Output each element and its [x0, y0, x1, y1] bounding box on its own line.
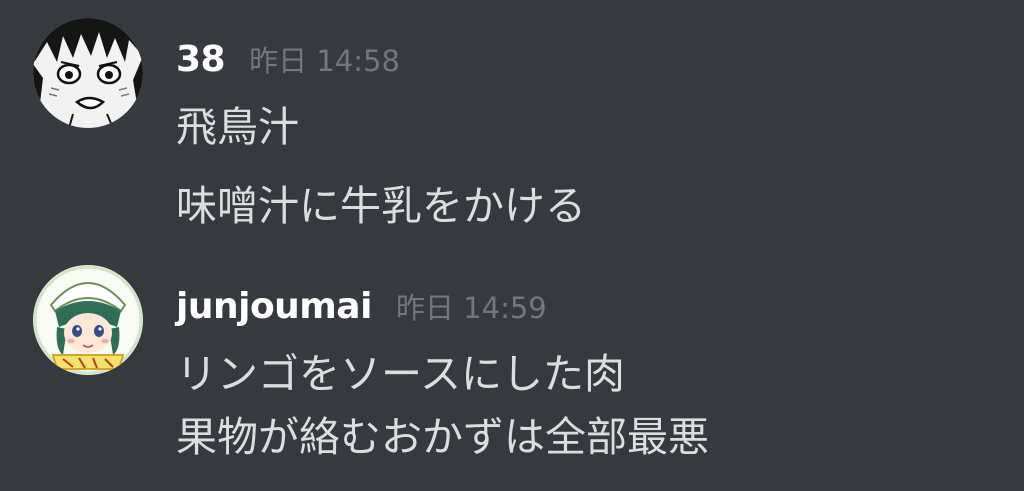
message-text: 飛鳥汁	[176, 103, 299, 151]
avatar[interactable]	[33, 265, 143, 375]
message-text: 果物が絡むおかずは全部最悪	[176, 413, 709, 461]
manga-character-avatar-icon	[33, 18, 143, 128]
message-header: 38 昨日 14:58	[176, 38, 400, 88]
anime-girl-avatar-icon	[33, 265, 143, 375]
username[interactable]: junjoumai	[176, 286, 372, 327]
username[interactable]: 38	[176, 39, 226, 80]
avatar[interactable]	[33, 18, 143, 128]
timestamp: 昨日 14:58	[249, 44, 400, 78]
message-header: junjoumai 昨日 14:59	[176, 285, 547, 335]
message-text: 味噌汁に牛乳をかける	[176, 182, 586, 230]
timestamp: 昨日 14:59	[395, 291, 547, 325]
message-text: リンゴをソースにした肉	[176, 350, 625, 398]
